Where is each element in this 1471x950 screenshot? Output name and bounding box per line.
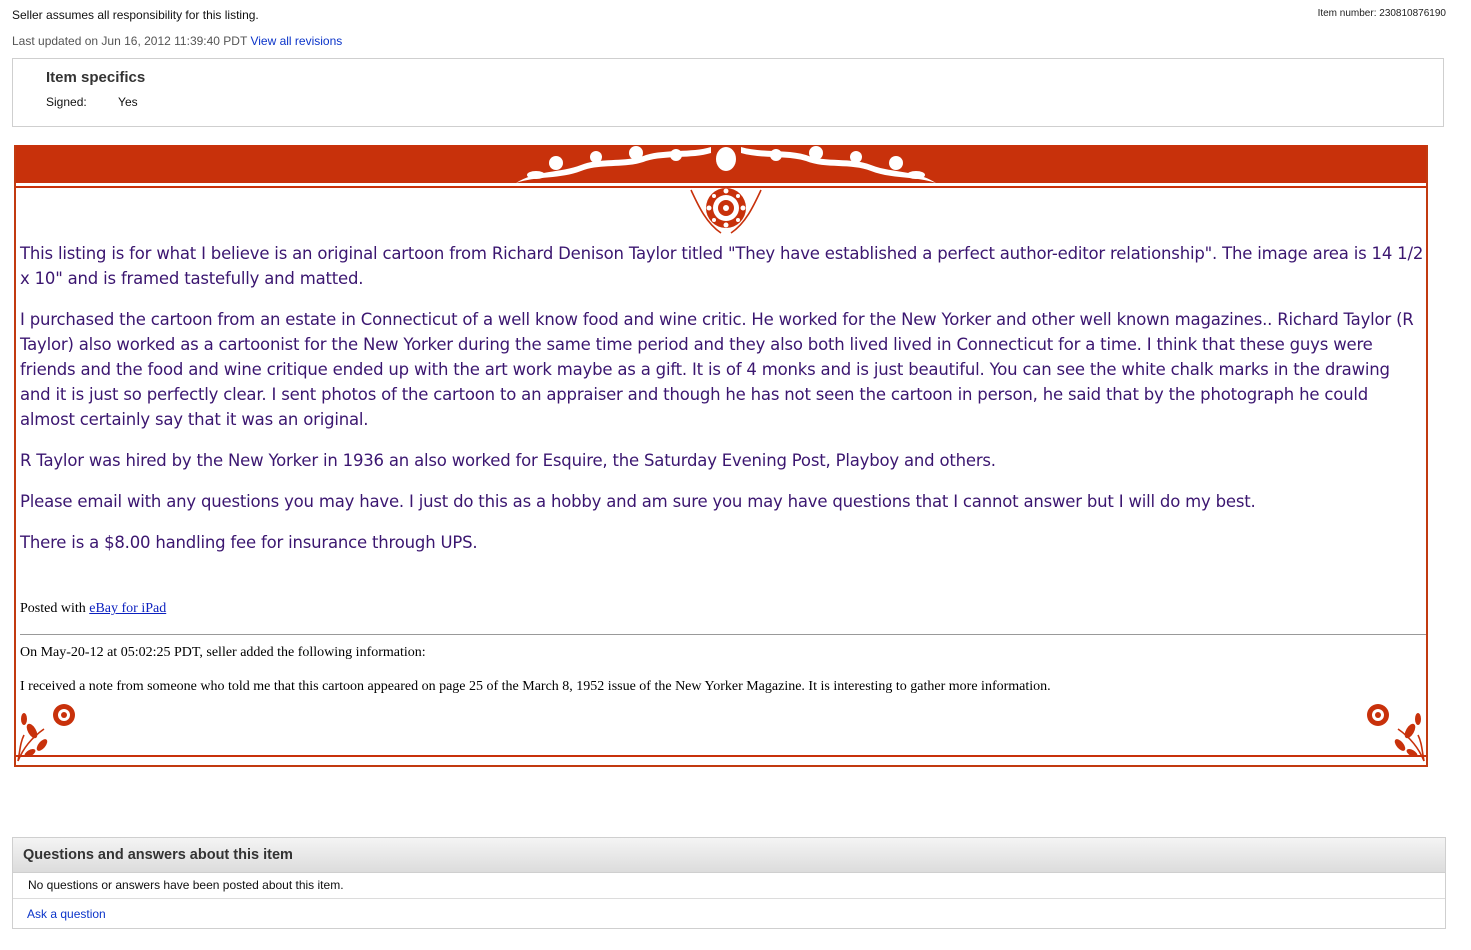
qa-divider — [13, 898, 1445, 899]
seller-note: Seller assumes all responsibility for th… — [12, 8, 259, 22]
last-updated: Last updated on Jun 16, 2012 11:39:40 PD… — [12, 34, 342, 48]
qa-header: Questions and answers about this item — [13, 838, 1445, 873]
specifics-row: Signed: Yes — [46, 95, 138, 109]
description-paragraph: There is a $8.00 handling fee for insura… — [20, 533, 478, 552]
item-specifics-panel: Item specifics Signed: Yes — [12, 58, 1444, 127]
qa-title: Questions and answers about this item — [23, 847, 293, 863]
description-paragraph: R Taylor was hired by the New Yorker in … — [20, 451, 996, 470]
last-updated-prefix: Last updated on — [12, 34, 99, 48]
listing-description: This listing is for what I believe is an… — [20, 241, 1424, 571]
questions-answers-panel: Questions and answers about this item No… — [12, 837, 1446, 929]
qa-empty-message: No questions or answers have been posted… — [28, 878, 344, 892]
frame-bottom-rule — [16, 755, 1426, 757]
item-number: Item number: 230810876190 — [1317, 8, 1446, 19]
ask-question-link[interactable]: Ask a question — [27, 907, 106, 921]
description-paragraph: I purchased the cartoon from an estate i… — [20, 310, 1414, 429]
seller-added-heading: On May-20-12 at 05:02:25 PDT, seller add… — [20, 645, 426, 660]
seller-added-body: I received a note from someone who told … — [20, 679, 1051, 694]
description-divider — [20, 634, 1426, 635]
floral-ornament-icon — [516, 146, 936, 234]
description-paragraph: This listing is for what I believe is an… — [20, 244, 1424, 288]
last-updated-value: Jun 16, 2012 11:39:40 PDT — [101, 34, 248, 48]
specifics-label: Signed: — [46, 95, 87, 109]
posted-prefix: Posted with — [20, 601, 86, 616]
item-specifics-title: Item specifics — [46, 69, 146, 86]
posted-with: Posted with eBay for iPad — [20, 601, 166, 617]
description-frame: This listing is for what I believe is an… — [14, 145, 1428, 767]
description-paragraph: Please email with any questions you may … — [20, 492, 1256, 511]
ebay-for-ipad-link[interactable]: eBay for iPad — [89, 601, 166, 616]
specifics-value: Yes — [118, 95, 138, 109]
view-revisions-link[interactable]: View all revisions — [250, 34, 342, 48]
